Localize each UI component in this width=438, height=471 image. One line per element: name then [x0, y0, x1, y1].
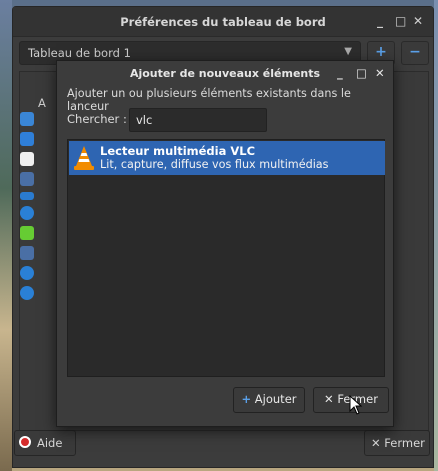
help-button[interactable]: Aide — [14, 430, 76, 456]
add-items-dialog: Ajouter de nouveaux éléments _ □ ✕ Ajout… — [56, 60, 394, 427]
settings-icon — [20, 132, 34, 146]
remove-panel-button[interactable]: − — [401, 41, 429, 65]
vlc-cone-icon — [74, 146, 94, 170]
close-icon: ✕ — [324, 392, 334, 406]
search-input[interactable] — [129, 108, 267, 132]
search-label: Chercher : — [67, 112, 127, 126]
battery-icon — [20, 226, 34, 240]
list-item-vlc[interactable]: Lecteur multimédia VLC Lit, capture, dif… — [69, 141, 385, 175]
toggle-icon — [20, 192, 34, 200]
desktop-background — [0, 0, 12, 471]
dialog-minimize-button[interactable]: _ — [337, 66, 343, 80]
window-title: Préférences du tableau de bord — [120, 15, 326, 29]
item-description: Lit, capture, diffuse vos flux multimédi… — [100, 158, 329, 171]
tab-partial-label[interactable]: A — [38, 96, 46, 110]
document-icon — [20, 152, 34, 166]
panel-select-value: Tableau de bord 1 — [28, 46, 131, 60]
launcher-items-icons — [20, 112, 40, 306]
titlebar[interactable]: Préférences du tableau de bord _ □ ✕ — [13, 7, 433, 37]
power-icon — [20, 266, 34, 280]
close-button[interactable]: ✕ — [413, 14, 423, 28]
minimize-button[interactable]: _ — [377, 14, 383, 28]
list-icon-2 — [20, 246, 34, 260]
item-name: Lecteur multimédia VLC — [100, 144, 256, 158]
app-icon — [20, 112, 34, 126]
desktop-background-right — [434, 0, 438, 471]
disc-icon — [20, 206, 34, 220]
mouse-pointer-icon — [349, 395, 363, 415]
back-close-button[interactable]: ✕ Fermer — [364, 430, 430, 456]
chevron-down-icon: ▼ — [344, 46, 352, 57]
list-icon — [20, 172, 34, 186]
dialog-maximize-button[interactable]: □ — [356, 66, 367, 80]
add-button-label: Ajouter — [254, 392, 297, 406]
maximize-button[interactable]: □ — [395, 14, 406, 28]
dialog-close-button[interactable]: ✕ — [375, 66, 385, 80]
plus-icon: + — [241, 392, 252, 406]
add-button[interactable]: + Ajouter — [233, 387, 305, 413]
check-icon — [20, 286, 34, 300]
back-close-label: ✕ Fermer — [371, 436, 425, 450]
results-list[interactable]: Lecteur multimédia VLC Lit, capture, dif… — [67, 139, 385, 377]
help-icon — [19, 436, 31, 448]
help-label: Aide — [37, 436, 63, 450]
